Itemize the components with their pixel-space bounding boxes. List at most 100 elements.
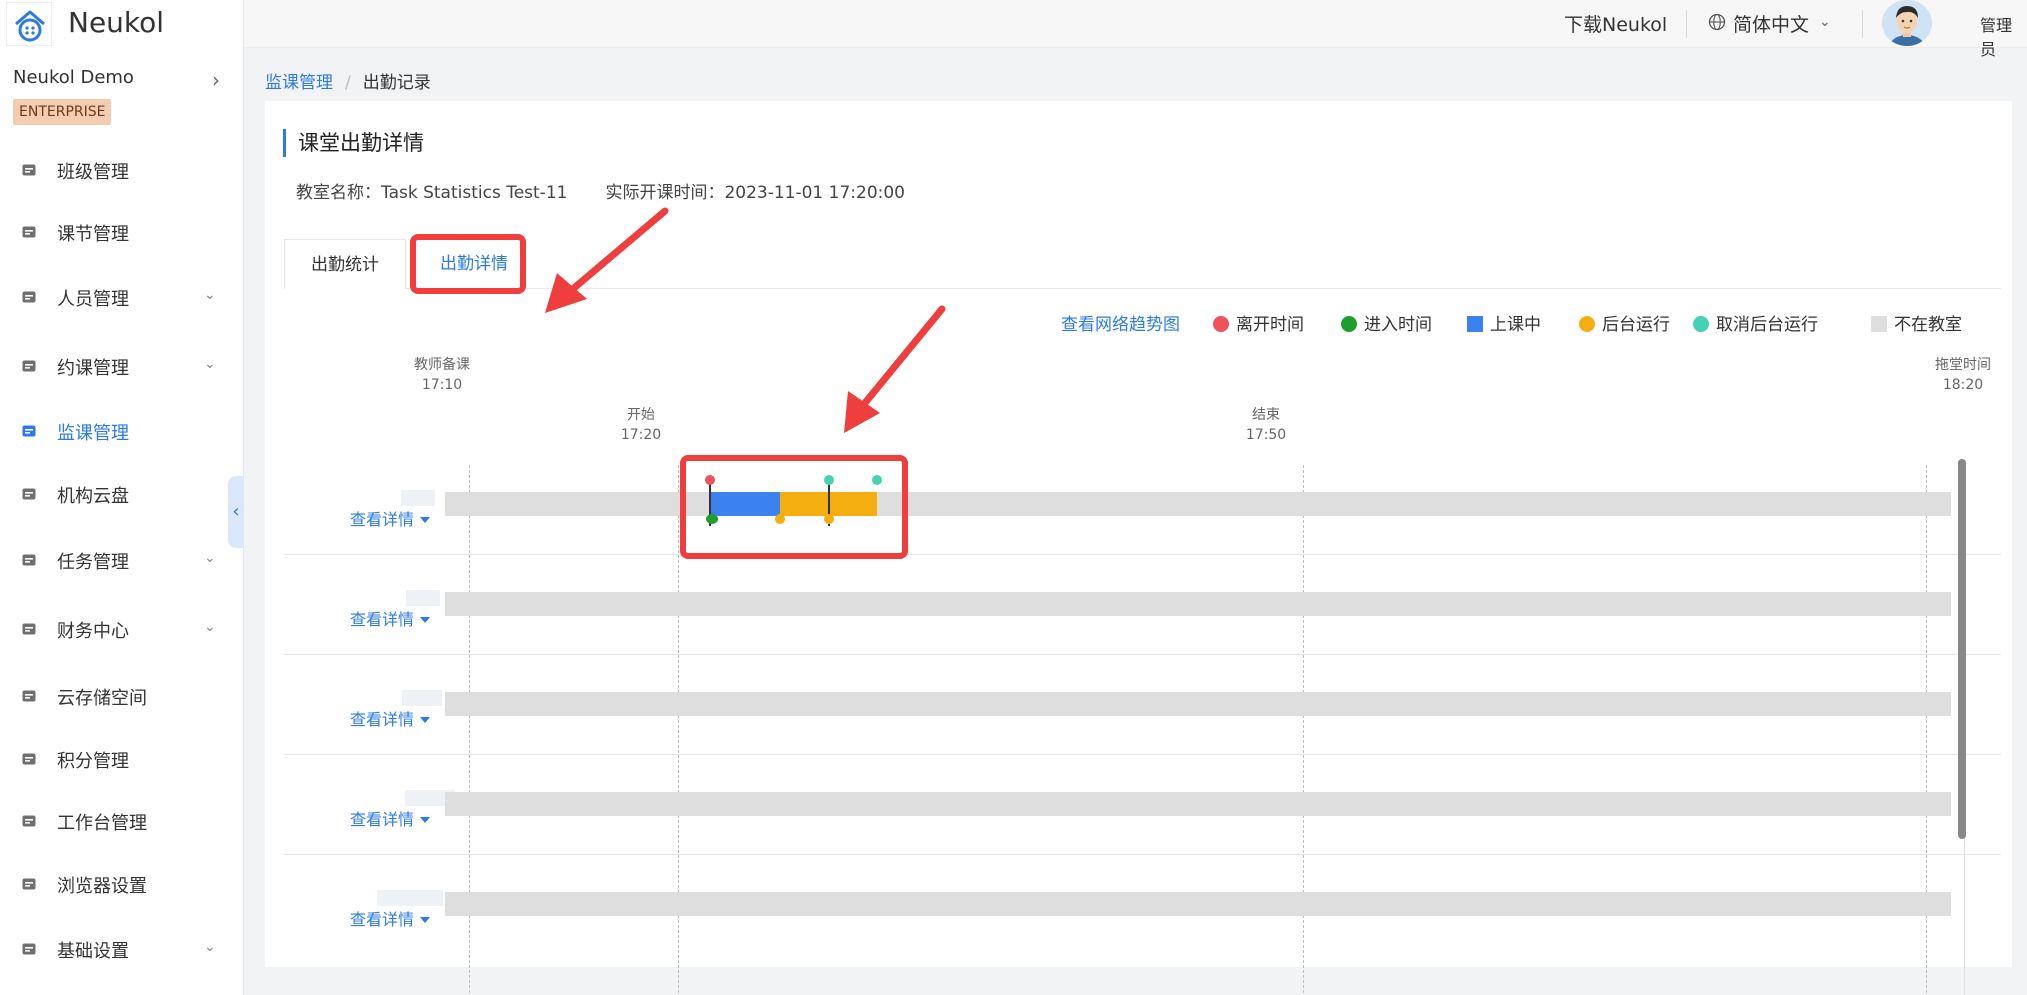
globe-icon[interactable] [1708,13,1726,31]
legend-label: 离开时间 [1236,315,1304,335]
content-card: 课堂出勤详情 教室名称：Task Statistics Test-11 实际开课时… [265,101,2012,995]
attendance-track [445,692,1951,716]
sidebar-item[interactable]: 人员管理 ⌄ [0,273,244,321]
chevron-down-icon[interactable]: ⌄ [1819,14,1831,30]
monitor-icon [22,425,36,437]
view-details-label: 查看详情 [350,710,415,729]
breadcrumb-current: 出勤记录 [362,73,431,93]
view-details-label: 查看详情 [350,910,415,929]
storage-icon [22,690,36,702]
chevron-down-icon[interactable]: ⌄ [2003,14,2015,30]
chevron-down-icon[interactable]: ⌄ [204,939,216,955]
sidebar-item-label: 课节管理 [57,224,129,245]
legend-item: 后台运行 [1579,310,1670,335]
highlight-box [680,455,908,559]
tab-attendance-stats[interactable]: 出勤统计 [284,239,406,289]
row-divider [284,854,2001,855]
sidebar-item[interactable]: 约课管理 ⌄ [0,342,244,390]
chevron-right-icon[interactable]: › [212,68,220,92]
settings-icon [22,943,36,955]
avatar[interactable] [1882,0,1932,46]
prep-time: 17:10 [421,377,463,393]
sidebar-item-label: 人员管理 [57,289,129,310]
legend-label: 不在教室 [1894,315,1962,335]
chevron-down-icon[interactable]: ⌄ [204,287,216,303]
start-time: 实际开课时间：2023-11-01 17:20:00 [605,183,906,203]
logo-row: Neukol [0,0,244,48]
chevron-down-icon[interactable]: ⌄ [204,550,216,566]
chevron-down-icon[interactable]: ⌄ [204,356,216,372]
attendance-track [445,892,1951,916]
sidebar-item-label: 积分管理 [57,751,129,772]
view-details-link[interactable]: 查看详情 [350,506,431,530]
sidebar-item[interactable]: 工作台管理 [0,797,244,845]
collapse-sidebar-button[interactable]: ‹ [228,476,244,548]
legend-swatch [1579,316,1595,332]
sidebar-item-label: 工作台管理 [57,813,147,834]
home-logo-icon [15,10,45,42]
header-divider [1862,10,1863,38]
attendance-track [445,592,1951,616]
sidebar-item[interactable]: 浏览器设置 [0,860,244,908]
end-label: 结束 [1252,407,1280,423]
lesson-icon [22,226,36,238]
workbench-icon [22,815,36,827]
breadcrumb-parent[interactable]: 监课管理 [265,73,333,93]
class-icon [22,164,36,176]
view-details-label: 查看详情 [350,610,415,629]
language-select[interactable]: 简体中文 [1733,10,1809,37]
overtime-time: 18:20 [1942,377,1984,393]
points-icon [22,753,36,765]
start-time-label: 17:20 [620,427,662,443]
cloud-icon [22,488,36,500]
sidebar-item[interactable]: 基础设置 ⌄ [0,925,244,973]
view-details-link[interactable]: 查看详情 [350,806,431,830]
sidebar-item[interactable]: 云存储空间 [0,672,244,720]
row-divider [284,554,2001,555]
view-details-link[interactable]: 查看详情 [350,706,431,730]
legend-item: 取消后台运行 [1693,310,1818,335]
chevron-down-icon[interactable]: ⌄ [204,619,216,635]
sidebar-item-label: 基础设置 [57,941,129,962]
vertical-scrollbar[interactable] [1958,459,1966,839]
logo[interactable] [6,2,52,46]
sidebar-item[interactable]: 任务管理 ⌄ [0,536,244,584]
sidebar-item-label: 财务中心 [57,621,129,642]
view-details-link[interactable]: 查看详情 [350,606,431,630]
sidebar: Neukol Neukol Demo › ENTERPRISE 班级管理课节管理… [0,0,244,995]
legend-item: 离开时间 [1213,310,1304,335]
sidebar-item[interactable]: 机构云盘 [0,470,244,518]
sidebar-item[interactable]: 积分管理 [0,735,244,783]
booking-icon [22,360,36,372]
sidebar-item[interactable]: 班级管理 [0,146,244,194]
legend-item: 进入时间 [1341,310,1432,335]
finance-icon [22,623,36,635]
sidebar-item-label: 监课管理 [57,423,129,444]
legend-item: 不在教室 [1871,310,1962,335]
download-link[interactable]: 下载Neukol [1564,10,1667,37]
legend-label: 后台运行 [1602,315,1670,335]
header-divider [1686,10,1687,38]
breadcrumb: 监课管理 / 出勤记录 [265,68,431,93]
network-trend-link[interactable]: 查看网络趋势图 [1061,310,1180,335]
top-header: 下载Neukol 简体中文 ⌄ 管理员 ⌄ [244,0,2027,59]
view-details-link[interactable]: 查看详情 [350,906,431,930]
caret-down-icon [420,617,431,623]
sidebar-item-label: 云存储空间 [57,688,147,709]
caret-down-icon [420,717,431,723]
enterprise-badge: ENTERPRISE [13,99,112,125]
sidebar-item[interactable]: 财务中心 ⌄ [0,605,244,653]
caret-down-icon [420,917,431,923]
legend-swatch [1213,316,1229,332]
task-icon [22,554,36,566]
prep-mark: 教师备课 17:10 [407,355,477,395]
sidebar-item[interactable]: 课节管理 [0,208,244,256]
start-label: 开始 [627,407,655,423]
sidebar-item-label: 约课管理 [57,358,129,379]
view-details-label: 查看详情 [350,510,415,529]
caret-down-icon [420,817,431,823]
browser-icon [22,878,36,890]
org-name[interactable]: Neukol Demo [13,67,134,88]
classroom-name: 教室名称：Task Statistics Test-11 [296,183,568,203]
sidebar-item[interactable]: 监课管理 [0,407,244,455]
